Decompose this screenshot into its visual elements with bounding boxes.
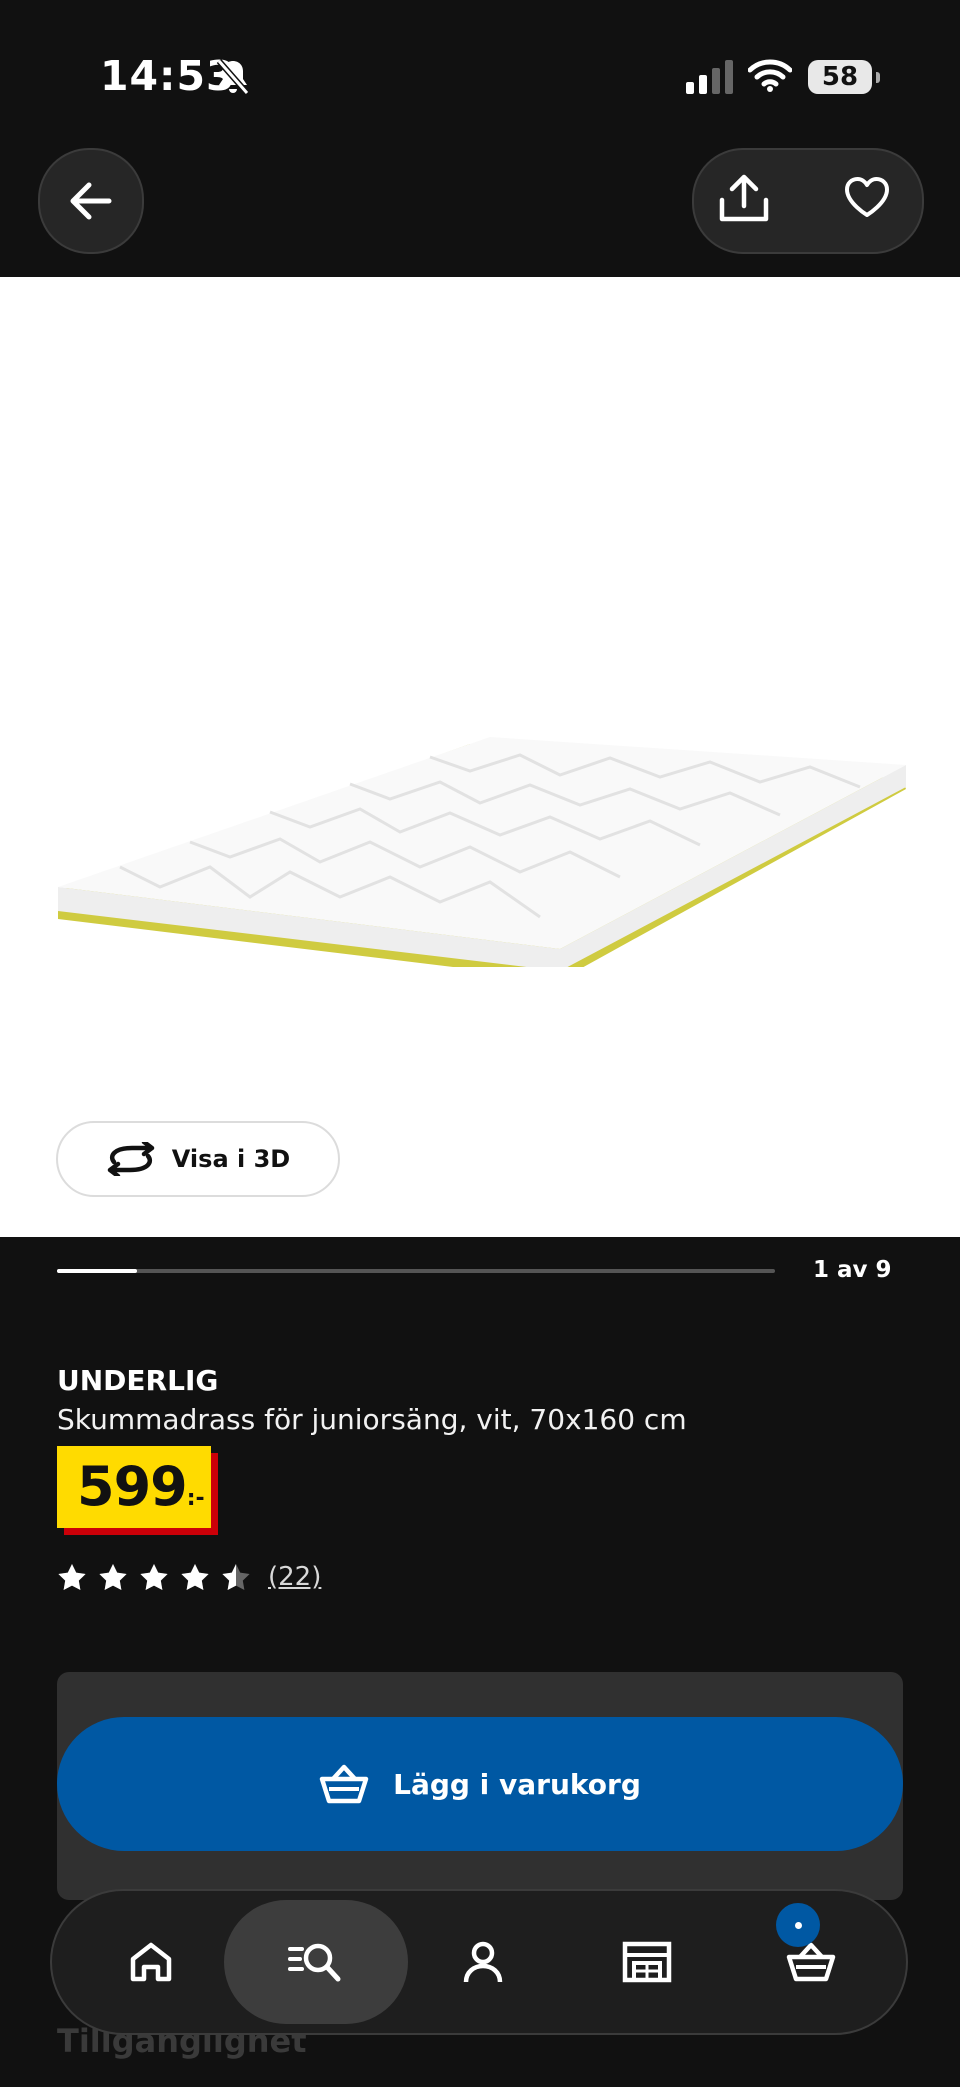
cart-badge <box>776 1903 820 1947</box>
search-icon <box>288 1943 341 1982</box>
add-to-cart-label: Lägg i varukorg <box>393 1767 641 1801</box>
view-3d-button[interactable]: Visa i 3D <box>56 1121 340 1197</box>
share-icon[interactable] <box>718 174 770 224</box>
nav-profile[interactable] <box>418 1900 548 2024</box>
signal-icon <box>686 60 733 94</box>
rotate-3d-icon <box>107 1142 155 1176</box>
rating-count[interactable]: (22) <box>268 1562 321 1592</box>
cart-icon <box>319 1764 369 1804</box>
bell-muted-icon <box>216 59 250 95</box>
cart-icon <box>786 1942 836 1982</box>
star-icon <box>99 1563 127 1590</box>
star-icon <box>140 1563 168 1590</box>
top-actions <box>692 148 924 254</box>
back-arrow-icon <box>70 182 112 220</box>
bottom-navigation <box>50 1889 908 2035</box>
nav-search[interactable] <box>224 1900 408 2024</box>
gallery-progress-fill <box>57 1269 137 1273</box>
heart-icon[interactable] <box>844 176 890 218</box>
battery-level: 58 <box>821 62 859 92</box>
product-rating[interactable]: (22) <box>57 1562 321 1592</box>
price-tag: 599 :- <box>57 1446 218 1536</box>
add-to-cart-button[interactable]: Lägg i varukorg <box>57 1717 903 1851</box>
star-icon <box>181 1563 209 1590</box>
product-description: Skummadrass för juniorsäng, vit, 70x160 … <box>57 1403 687 1436</box>
gallery-progress <box>57 1269 775 1273</box>
star-icon <box>58 1563 86 1590</box>
nav-home[interactable] <box>86 1900 216 2024</box>
profile-icon <box>463 1941 503 1983</box>
home-icon <box>130 1942 172 1982</box>
product-name: UNDERLIG <box>57 1364 219 1397</box>
gallery-pager-text: 1 av 9 <box>813 1257 892 1283</box>
back-button[interactable] <box>38 148 144 254</box>
view-3d-label: Visa i 3D <box>171 1145 291 1173</box>
price-value: 599 <box>77 1455 188 1518</box>
wifi-icon <box>748 59 792 92</box>
store-icon <box>622 1941 672 1983</box>
product-image <box>58 737 906 967</box>
price-suffix: :- <box>186 1486 205 1511</box>
star-icon <box>222 1563 250 1590</box>
nav-stores[interactable] <box>582 1900 712 2024</box>
product-image-gallery[interactable]: Visa i 3D <box>0 277 960 1237</box>
battery-indicator: 58 <box>808 60 880 94</box>
